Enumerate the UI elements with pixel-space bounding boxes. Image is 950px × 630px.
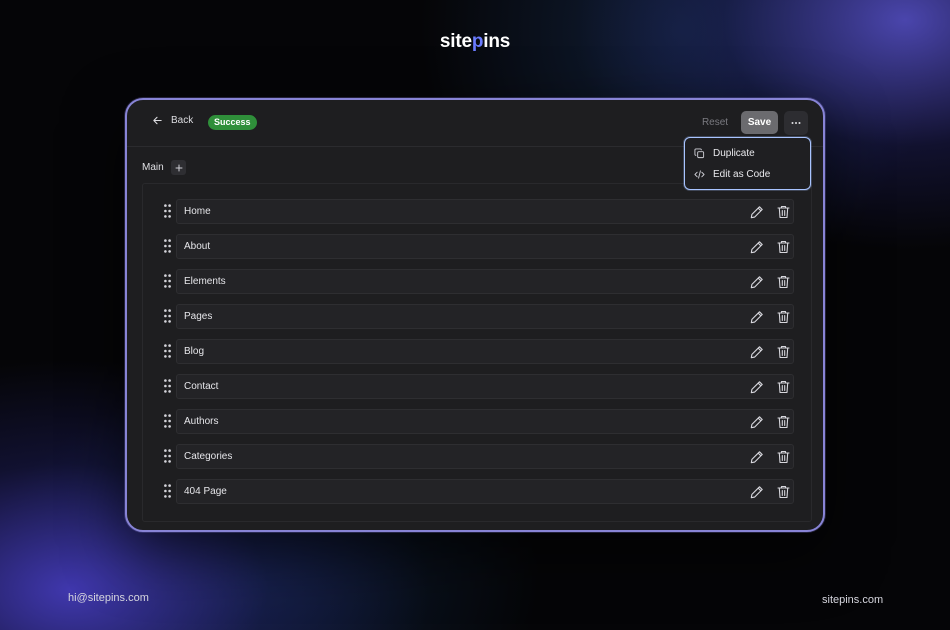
list-item: About xyxy=(143,234,813,259)
trash-icon[interactable] xyxy=(777,485,790,499)
list-item-card: Elements xyxy=(176,269,794,294)
list-item: Blog xyxy=(143,339,813,364)
status-badge: Success xyxy=(208,115,257,130)
menu-item-label: Edit as Code xyxy=(713,169,771,180)
code-icon xyxy=(694,170,705,179)
list-item: Pages xyxy=(143,304,813,329)
list-item: Contact xyxy=(143,374,813,399)
logo-text-accent: p xyxy=(471,31,484,52)
drag-handle-icon[interactable] xyxy=(164,484,171,498)
drag-handle-icon[interactable] xyxy=(164,449,171,463)
list-item-card: Contact xyxy=(176,374,794,399)
trash-icon[interactable] xyxy=(777,275,790,289)
trash-icon[interactable] xyxy=(777,380,790,394)
back-label: Back xyxy=(171,115,194,126)
pencil-icon[interactable] xyxy=(750,205,764,219)
pencil-icon[interactable] xyxy=(750,380,764,394)
list-item-label: Authors xyxy=(184,416,219,427)
list-item-card: Home xyxy=(176,199,794,224)
list-item: Authors xyxy=(143,409,813,434)
list-item-label: Pages xyxy=(184,311,213,322)
logo-text-end: ins xyxy=(483,31,511,52)
list-item-label: Contact xyxy=(184,381,219,392)
sitepins-logo: sitepins xyxy=(0,31,950,53)
list-item: Elements xyxy=(143,269,813,294)
drag-handle-icon[interactable] xyxy=(164,204,171,218)
plus-icon xyxy=(175,164,182,171)
footer-email[interactable]: hi@sitepins.com xyxy=(68,592,149,604)
menu-item-duplicate[interactable]: Duplicate xyxy=(685,143,810,164)
drag-handle-icon[interactable] xyxy=(164,379,171,393)
menu-item-edit-as-code[interactable]: Edit as Code xyxy=(685,164,810,185)
trash-icon[interactable] xyxy=(777,205,790,219)
list-item-card: About xyxy=(176,234,794,259)
save-button[interactable]: Save xyxy=(741,111,778,134)
pencil-icon[interactable] xyxy=(750,275,764,289)
duplicate-icon xyxy=(694,148,705,159)
arrow-left-icon xyxy=(153,116,162,125)
add-item-button[interactable] xyxy=(171,160,186,175)
pencil-icon[interactable] xyxy=(750,415,764,429)
pencil-icon[interactable] xyxy=(750,240,764,254)
list-item-card: Categories xyxy=(176,444,794,469)
section-title: Main xyxy=(142,162,164,173)
list-item-label: About xyxy=(184,241,211,252)
trash-icon[interactable] xyxy=(777,415,790,429)
list-item-card: Authors xyxy=(176,409,794,434)
list-item-label: 404 Page xyxy=(184,486,227,497)
options-dropdown-menu: Duplicate Edit as Code xyxy=(684,137,811,190)
list-item: 404 Page xyxy=(143,479,813,504)
menu-items-list: Home About Elements Pages Blog Contact A… xyxy=(142,183,812,522)
logo-text-start: site xyxy=(439,31,472,52)
drag-handle-icon[interactable] xyxy=(164,414,171,428)
more-options-button[interactable] xyxy=(784,111,808,135)
trash-icon[interactable] xyxy=(777,450,790,464)
drag-handle-icon[interactable] xyxy=(164,309,171,323)
menu-item-label: Duplicate xyxy=(713,148,755,159)
list-item-card: 404 Page xyxy=(176,479,794,504)
drag-handle-icon[interactable] xyxy=(164,344,171,358)
drag-handle-icon[interactable] xyxy=(164,274,171,288)
trash-icon[interactable] xyxy=(777,345,790,359)
pencil-icon[interactable] xyxy=(750,310,764,324)
reset-button[interactable]: Reset xyxy=(692,111,738,134)
list-item-label: Home xyxy=(184,206,211,217)
list-item-label: Elements xyxy=(184,276,226,287)
pencil-icon[interactable] xyxy=(750,345,764,359)
back-button[interactable]: Back xyxy=(152,115,193,126)
list-item: Home xyxy=(143,199,813,224)
trash-icon[interactable] xyxy=(777,240,790,254)
trash-icon[interactable] xyxy=(777,310,790,324)
drag-handle-icon[interactable] xyxy=(164,239,171,253)
pencil-icon[interactable] xyxy=(750,485,764,499)
pencil-icon[interactable] xyxy=(750,450,764,464)
list-item-label: Categories xyxy=(184,451,233,462)
menu-editor-window: Back Success Reset Save Duplicate Edit a… xyxy=(125,98,825,532)
list-item-label: Blog xyxy=(184,346,205,357)
list-item-card: Pages xyxy=(176,304,794,329)
list-item-card: Blog xyxy=(176,339,794,364)
list-item: Categories xyxy=(143,444,813,469)
more-horizontal-icon xyxy=(791,122,801,124)
footer-website[interactable]: sitepins.com xyxy=(822,594,883,606)
